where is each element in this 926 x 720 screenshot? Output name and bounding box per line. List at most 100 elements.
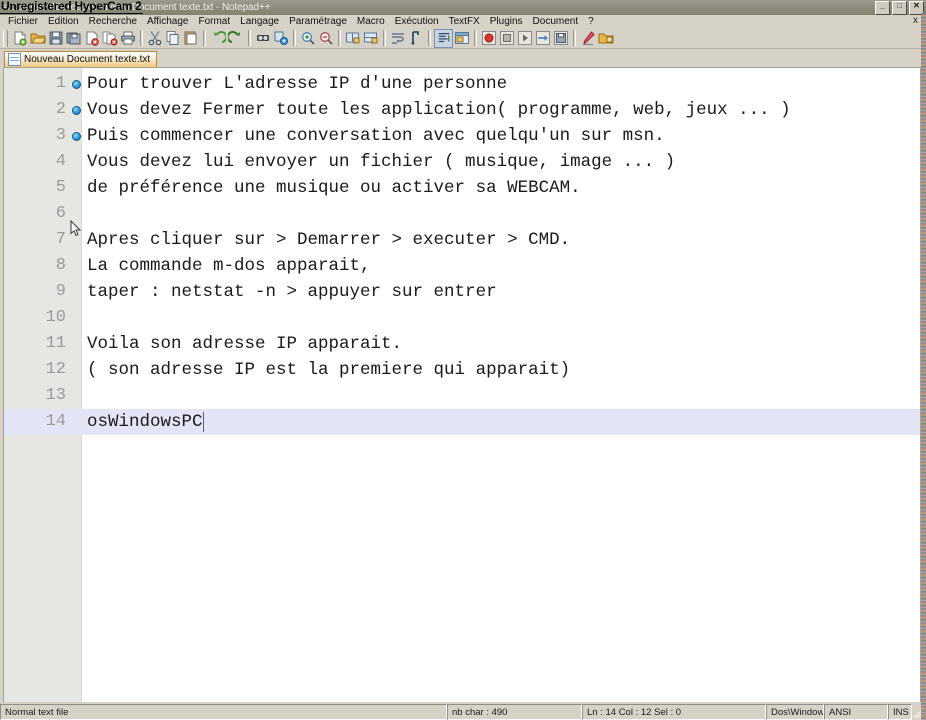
line-number: 5 <box>55 178 66 197</box>
close-all-files-icon[interactable] <box>101 29 119 47</box>
video-noise-artifact <box>921 13 926 720</box>
tab-nouveau-document-texte[interactable]: Nouveau Document texte.txt <box>4 51 158 67</box>
tab-bar: Nouveau Document texte.txt <box>0 50 926 67</box>
menu-item-fichier[interactable]: Fichier <box>3 15 43 28</box>
status-char-count: nb char : 490 <box>447 704 582 720</box>
menu-item-macro[interactable]: Macro <box>352 15 390 28</box>
save-all-icon[interactable] <box>65 29 83 47</box>
menu-item-help[interactable]: ? <box>583 15 599 28</box>
editor-line[interactable]: 13 <box>4 383 920 409</box>
line-text: Puis commencer une conversation avec que… <box>87 126 665 146</box>
editor-area[interactable]: 1 Pour trouver L'adresse IP d'une personn… <box>3 67 921 703</box>
document-icon <box>8 53 21 66</box>
line-text: Voila son adresse IP apparait. <box>87 334 403 354</box>
open-file-icon[interactable] <box>29 29 47 47</box>
editor-line[interactable]: 9 taper : netstat -n > appuyer sur entrer <box>4 279 920 305</box>
copy-icon[interactable] <box>164 29 182 47</box>
indent-guide-icon[interactable] <box>434 28 453 48</box>
menu-item-parametrage[interactable]: Paramétrage <box>284 15 352 28</box>
toolbar-separator <box>573 30 576 46</box>
editor-line[interactable]: 14 osWindowsPC <box>4 409 920 435</box>
macro-play-icon[interactable] <box>516 29 534 47</box>
minimize-icon: _ <box>880 1 885 10</box>
editor-line[interactable]: 3 Puis commencer une conversation avec qu… <box>4 123 920 149</box>
status-eol-format: Dos\Windows <box>766 704 824 720</box>
editor-line[interactable]: 10 <box>4 305 920 331</box>
undo-icon[interactable] <box>209 29 227 47</box>
redo-icon[interactable] <box>227 29 245 47</box>
toolbar-separator <box>203 30 206 46</box>
menu-item-textfx[interactable]: TextFX <box>444 15 485 28</box>
show-whitespace-icon[interactable] <box>407 29 425 47</box>
toolbar-grip[interactable] <box>3 29 8 47</box>
text-lines[interactable]: 1 Pour trouver L'adresse IP d'une personn… <box>4 71 920 435</box>
toolbar-separator <box>248 30 251 46</box>
paste-icon[interactable] <box>182 29 200 47</box>
macro-record-icon[interactable] <box>480 29 498 47</box>
editor-line[interactable]: 6 <box>4 201 920 227</box>
toolbar-separator <box>428 30 431 46</box>
line-text: de préférence une musique ou activer sa … <box>87 178 581 198</box>
new-file-icon[interactable] <box>11 29 29 47</box>
maximize-button[interactable]: □ <box>892 1 907 15</box>
line-number: 8 <box>55 256 66 275</box>
zoom-out-icon[interactable] <box>317 29 335 47</box>
menu-item-langage[interactable]: Langage <box>235 15 284 28</box>
word-wrap-icon[interactable] <box>389 29 407 47</box>
line-text: taper : netstat -n > appuyer sur entrer <box>87 282 497 302</box>
bookmark-icon[interactable] <box>72 132 81 141</box>
menu-item-format[interactable]: Format <box>193 15 235 28</box>
user-define-dialog-icon[interactable] <box>453 29 471 47</box>
status-insert-mode: INS <box>888 704 912 720</box>
toolbar <box>0 28 926 49</box>
status-encoding: ANSI <box>824 704 888 720</box>
editor-line[interactable]: 1 Pour trouver L'adresse IP d'une personn… <box>4 71 920 97</box>
macro-save-icon[interactable] <box>552 29 570 47</box>
line-text: ( son adresse IP est la premiere qui app… <box>87 360 571 380</box>
folder-as-workspace-icon[interactable] <box>597 29 615 47</box>
line-number: 3 <box>55 126 66 145</box>
text-highlight-icon[interactable] <box>579 29 597 47</box>
editor-line[interactable]: 2 Vous devez Fermer toute les application… <box>4 97 920 123</box>
menu-item-recherche[interactable]: Recherche <box>84 15 142 28</box>
sync-vertical-icon[interactable] <box>344 29 362 47</box>
menu-item-plugins[interactable]: Plugins <box>485 15 528 28</box>
editor-line[interactable]: 7 Apres cliquer sur > Demarrer > executer… <box>4 227 920 253</box>
line-text: Pour trouver L'adresse IP d'une personne <box>87 74 508 94</box>
editor-line[interactable]: 8 La commande m-dos apparait, <box>4 253 920 279</box>
cut-icon[interactable] <box>146 29 164 47</box>
bookmark-icon[interactable] <box>72 80 81 89</box>
menu-item-edition[interactable]: Edition <box>43 15 84 28</box>
bookmark-icon[interactable] <box>72 106 81 115</box>
editor-line[interactable]: 4 Vous devez lui envoyer un fichier ( mus… <box>4 149 920 175</box>
menu-item-execution[interactable]: Exécution <box>390 15 444 28</box>
line-text: Apres cliquer sur > Demarrer > executer … <box>87 230 571 250</box>
line-number: 12 <box>45 360 66 379</box>
hypercam-watermark: Unregistered HyperCam 2 <box>0 0 143 14</box>
menu-item-document[interactable]: Document <box>528 15 584 28</box>
line-number: 2 <box>55 100 66 119</box>
editor-line[interactable]: 5 de préférence une musique ou activer sa… <box>4 175 920 201</box>
line-number: 10 <box>45 308 66 327</box>
print-icon[interactable] <box>119 29 137 47</box>
editor-line[interactable]: 11 Voila son adresse IP apparait. <box>4 331 920 357</box>
zoom-in-icon[interactable] <box>299 29 317 47</box>
minimize-button[interactable]: _ <box>875 1 890 15</box>
toolbar-separator <box>474 30 477 46</box>
line-text: La commande m-dos apparait, <box>87 256 371 276</box>
line-number: 9 <box>55 282 66 301</box>
sync-horizontal-icon[interactable] <box>362 29 380 47</box>
line-number: 6 <box>55 204 66 223</box>
macro-playback-multiple-icon[interactable] <box>534 29 552 47</box>
menu-item-affichage[interactable]: Affichage <box>142 15 194 28</box>
save-icon[interactable] <box>47 29 65 47</box>
find-icon[interactable] <box>254 29 272 47</box>
toolbar-separator <box>383 30 386 46</box>
line-number: 4 <box>55 152 66 171</box>
window-controls: _ □ ✕ <box>875 1 924 15</box>
close-file-icon[interactable] <box>83 29 101 47</box>
document-close-x[interactable]: x <box>913 15 918 27</box>
macro-stop-icon[interactable] <box>498 29 516 47</box>
replace-icon[interactable] <box>272 29 290 47</box>
editor-line[interactable]: 12 ( son adresse IP est la premiere qui a… <box>4 357 920 383</box>
